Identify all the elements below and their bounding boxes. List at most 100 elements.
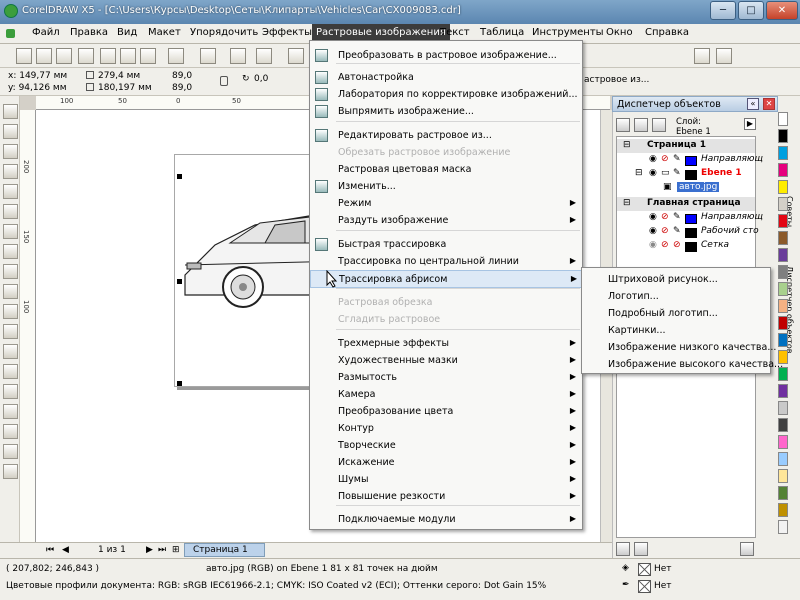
minimize-button[interactable]: ─: [710, 1, 736, 20]
redo-icon[interactable]: [200, 48, 216, 64]
bitmaps-menu-item[interactable]: Повышение резкости ▶: [310, 488, 582, 504]
eye-icon[interactable]: ◉: [649, 168, 657, 178]
table-tool-icon[interactable]: [3, 324, 18, 339]
show-object-properties-icon[interactable]: [616, 118, 630, 132]
print-disabled-icon[interactable]: ⊘: [661, 240, 669, 250]
bitmaps-menu-item[interactable]: Размытость ▶: [310, 369, 582, 385]
tree-row-bitmap-object[interactable]: ▣ авто.jpg: [617, 181, 755, 195]
menu-effects[interactable]: Эффекты: [262, 27, 312, 38]
coreldraw-app-icon[interactable]: [4, 4, 18, 18]
options-icon[interactable]: [694, 48, 710, 64]
selection-handle[interactable]: [177, 174, 182, 179]
printer-icon[interactable]: ▭: [661, 168, 670, 178]
selection-handle[interactable]: [177, 279, 182, 284]
palette-swatch[interactable]: [778, 180, 788, 194]
bitmaps-menu-item[interactable]: Преобразовать в растровое изображение...: [310, 47, 582, 63]
zoom-tool-icon[interactable]: [3, 164, 18, 179]
pencil-icon[interactable]: ✎: [673, 226, 681, 236]
lock-disabled-icon[interactable]: ⊘: [673, 240, 681, 250]
tab-page-1[interactable]: Страница 1: [184, 543, 265, 557]
color-profiles[interactable]: Цветовые профили документа: RGB: sRGB IE…: [6, 581, 546, 591]
import-icon[interactable]: [256, 48, 272, 64]
crop-tool-icon[interactable]: [3, 144, 18, 159]
bitmaps-menu-item[interactable]: Растровая цветовая маска: [310, 161, 582, 177]
bitmaps-menu-item[interactable]: Трассировка абрисом ▶: [310, 270, 584, 288]
new-layer-icon[interactable]: [616, 542, 630, 556]
basic-shapes-icon[interactable]: [3, 284, 18, 299]
palette-swatch[interactable]: [778, 469, 788, 483]
print-disabled-icon[interactable]: ⊘: [661, 154, 669, 164]
menu-help[interactable]: Справка: [645, 27, 689, 38]
layer-menu-arrow-icon[interactable]: ▶: [744, 118, 756, 130]
docker-minimize-button[interactable]: «: [747, 98, 759, 110]
pencil-icon[interactable]: ✎: [673, 212, 681, 222]
submenu-low-quality-image[interactable]: Изображение низкого качества...: [608, 342, 776, 353]
interactive-fill-icon[interactable]: [3, 464, 18, 479]
submenu-logo[interactable]: Логотип...: [608, 291, 659, 302]
bitmaps-menu-item[interactable]: Контур ▶: [310, 420, 582, 436]
bitmaps-menu-item[interactable]: Трассировка по центральной линии ▶: [310, 253, 582, 269]
scale-y-field[interactable]: 89,0: [172, 83, 192, 93]
scale-x-field[interactable]: 89,0: [172, 71, 192, 81]
bitmaps-menu-item[interactable]: Быстрая трассировка: [310, 236, 582, 252]
tree-row-ebene-1[interactable]: ⊟ ◉ ▭ ✎ Ebene 1: [617, 167, 755, 181]
last-page-icon[interactable]: ⏭: [158, 545, 166, 555]
palette-swatch[interactable]: [778, 112, 788, 126]
palette-swatch[interactable]: [778, 401, 788, 415]
eye-icon[interactable]: ◉: [649, 154, 657, 164]
print-icon[interactable]: [78, 48, 94, 64]
previous-page-icon[interactable]: ◀: [62, 545, 69, 555]
palette-swatch[interactable]: [778, 435, 788, 449]
dimension-tool-icon[interactable]: [3, 344, 18, 359]
menu-tools[interactable]: Инструменты: [532, 27, 604, 38]
palette-swatch[interactable]: [778, 486, 788, 500]
rotation-angle-field[interactable]: 0,0: [254, 74, 268, 84]
palette-swatch[interactable]: [778, 248, 788, 262]
text-tool-icon[interactable]: [3, 304, 18, 319]
tree-row-page-1[interactable]: ⊟ Страница 1: [617, 139, 755, 153]
menu-view[interactable]: Вид: [117, 27, 137, 38]
tree-row-desktop[interactable]: ◉ ⊘ ✎ Рабочий сто: [617, 225, 759, 239]
bitmaps-menu-item[interactable]: Выпрямить изображение...: [310, 103, 582, 119]
menu-edit[interactable]: Правка: [70, 27, 108, 38]
outline-tool-icon[interactable]: [3, 424, 18, 439]
y-position-field[interactable]: y: 94,126 мм: [8, 83, 67, 93]
eye-hidden-icon[interactable]: ◉: [649, 240, 657, 250]
palette-swatch[interactable]: [778, 197, 788, 211]
outline-none-indicator[interactable]: [638, 580, 651, 593]
save-icon[interactable]: [56, 48, 72, 64]
freehand-tool-icon[interactable]: [3, 184, 18, 199]
palette-swatch[interactable]: [778, 520, 788, 534]
bitmaps-menu-item[interactable]: Шумы ▶: [310, 471, 582, 487]
open-icon[interactable]: [36, 48, 52, 64]
palette-swatch[interactable]: [778, 333, 788, 347]
docker-title-bar[interactable]: Диспетчер объектов « ✕: [612, 96, 778, 112]
menu-layout[interactable]: Макет: [148, 27, 181, 38]
submenu-detailed-logo[interactable]: Подробный логотип...: [608, 308, 718, 319]
copy-icon[interactable]: [120, 48, 136, 64]
palette-swatch[interactable]: [778, 129, 788, 143]
fill-tool-icon[interactable]: [3, 444, 18, 459]
width-field[interactable]: 279,4 мм: [98, 71, 140, 81]
bitmaps-menu-item[interactable]: Творческие ▶: [310, 437, 582, 453]
new-master-layer-icon[interactable]: [634, 542, 648, 556]
vertical-ruler[interactable]: 200 150 100: [20, 110, 36, 542]
new-icon[interactable]: [16, 48, 32, 64]
menu-table[interactable]: Таблица: [480, 27, 524, 38]
bitmaps-menu-item[interactable]: Трехмерные эффекты ▶: [310, 335, 582, 351]
search-content-icon[interactable]: [230, 48, 246, 64]
eye-icon[interactable]: ◉: [649, 212, 657, 222]
blend-tool-icon[interactable]: [3, 384, 18, 399]
palette-swatch[interactable]: [778, 316, 788, 330]
convert-to-bitmap-button-label[interactable]: астровое из...: [584, 75, 649, 85]
palette-swatch[interactable]: [778, 282, 788, 296]
menu-file[interactable]: Файл: [32, 27, 60, 38]
rectangle-tool-icon[interactable]: [3, 224, 18, 239]
submenu-clipart[interactable]: Картинки...: [608, 325, 666, 336]
pick-tool-icon[interactable]: [3, 104, 18, 119]
tree-row-master-guides[interactable]: ◉ ⊘ ✎ Направляющ: [617, 211, 763, 225]
palette-swatch[interactable]: [778, 418, 788, 432]
document-icon[interactable]: [6, 29, 15, 38]
layer-manager-view-icon[interactable]: [652, 118, 666, 132]
smart-fill-icon[interactable]: [3, 204, 18, 219]
